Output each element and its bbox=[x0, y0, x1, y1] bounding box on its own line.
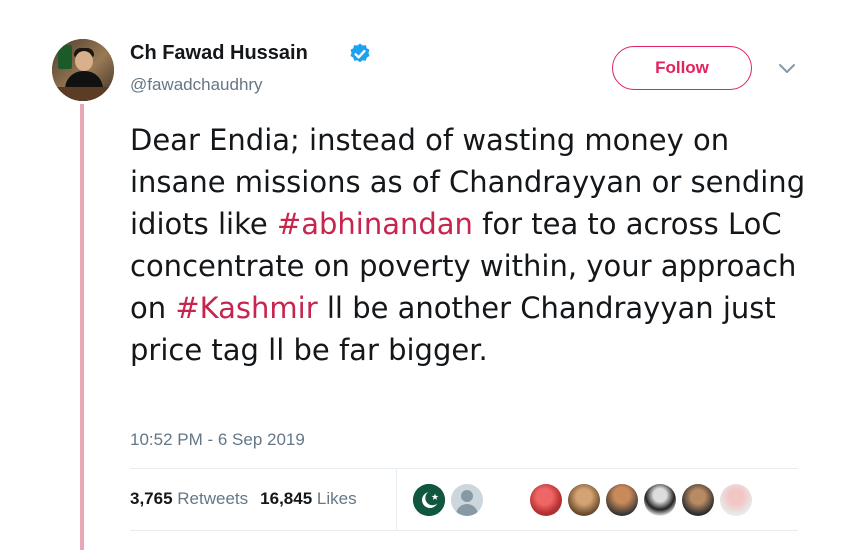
follow-button[interactable]: Follow bbox=[612, 46, 752, 90]
divider bbox=[130, 530, 798, 531]
likes-count: 16,845 bbox=[260, 489, 313, 508]
engagement-stats: 3,765 Retweets 16,845 Likes bbox=[130, 489, 357, 509]
verified-badge-icon bbox=[350, 43, 370, 63]
retweets-count: 3,765 bbox=[130, 489, 173, 508]
retweets-stat[interactable]: 3,765 Retweets bbox=[130, 489, 248, 508]
liker-avatar[interactable] bbox=[568, 484, 600, 516]
chevron-down-icon[interactable] bbox=[778, 62, 796, 76]
tweet-card: Ch Fawad Hussain @fawadchaudhry Follow D… bbox=[0, 0, 850, 550]
tweet-timestamp[interactable]: 10:52 PM - 6 Sep 2019 bbox=[130, 430, 305, 450]
pakistan-flag-icon bbox=[413, 484, 445, 516]
liker-avatar[interactable] bbox=[530, 484, 562, 516]
liker-avatar[interactable] bbox=[451, 484, 483, 516]
user-avatar[interactable] bbox=[52, 39, 114, 101]
tweet-text: Dear Endia; instead of wasting money on … bbox=[130, 119, 810, 371]
thread-line bbox=[80, 104, 84, 550]
liker-avatar[interactable] bbox=[720, 484, 752, 516]
user-display-name[interactable]: Ch Fawad Hussain bbox=[130, 42, 308, 65]
liker-avatar[interactable] bbox=[682, 484, 714, 516]
liker-avatar[interactable] bbox=[644, 484, 676, 516]
likes-stat[interactable]: 16,845 Likes bbox=[260, 489, 356, 508]
divider bbox=[130, 468, 798, 469]
hashtag-link-abhinandan[interactable]: #abhinandan bbox=[277, 207, 473, 241]
likes-label: Likes bbox=[316, 489, 357, 508]
liker-avatar[interactable] bbox=[606, 484, 638, 516]
user-handle[interactable]: @fawadchaudhry bbox=[130, 75, 263, 95]
hashtag-link-kashmir[interactable]: #Kashmir bbox=[175, 291, 317, 325]
divider bbox=[396, 469, 397, 530]
liker-avatar[interactable] bbox=[413, 484, 445, 516]
retweets-label: Retweets bbox=[177, 489, 249, 508]
